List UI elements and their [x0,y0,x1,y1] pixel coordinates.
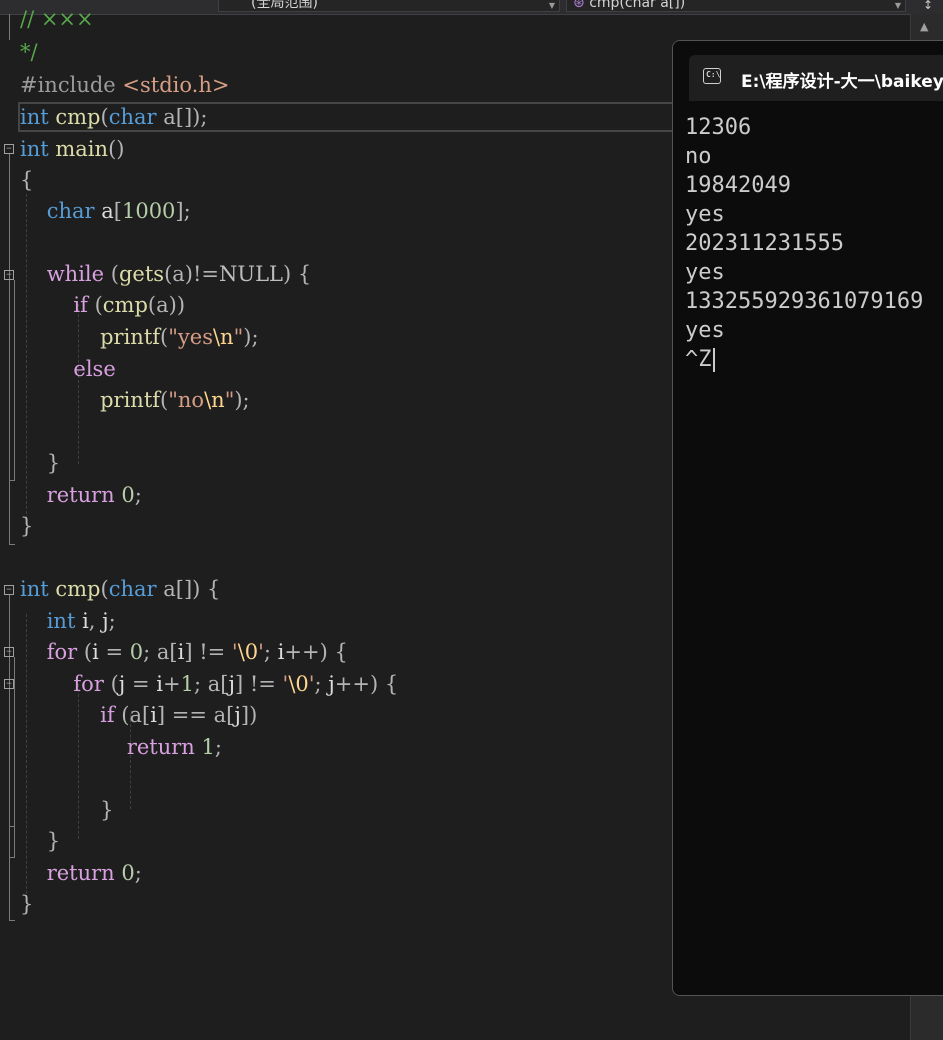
console-output[interactable]: 12306 no 19842049 yes 202311231555 yes 1… [673,101,943,995]
output-line-current: ^Z [685,345,715,374]
output-line: 12306 [685,115,752,140]
code-line: for (i = 0; a[i] != '\0'; i++) { [46,640,348,664]
outline-end [9,826,15,827]
outline-line [14,280,15,480]
outline-end [9,857,15,858]
output-line: yes [685,202,725,227]
outline-line [9,154,10,544]
code-line: printf("no\n"); [100,388,250,412]
code-line: } [20,892,34,916]
code-line: printf("yes\n"); [100,325,259,349]
console-window[interactable]: C:\ E:\程序设计-大一\baikeyu 12306 no 19842049… [672,40,943,996]
code-line: // ××× [20,7,94,31]
code-line: } [20,798,114,822]
code-line: */ [20,40,38,64]
chevron-down-icon: ▼ [548,1,555,10]
outline-line [14,689,15,826]
code-line-current: int cmp(char a[]); [18,102,680,132]
code-line: } [20,451,61,475]
outline-end [9,480,15,481]
collapse-main-icon[interactable]: − [4,144,14,154]
output-line: 133255929361079169 [685,289,924,314]
outline-line [9,595,10,920]
chevron-down-icon: ▼ [894,1,901,10]
code-line: else [73,357,116,381]
scope-dropdown-label: (全局范围) [251,0,318,11]
output-line: yes [685,318,725,343]
code-line: return 0; [46,861,142,885]
navigation-bar: (全局范围) ▼ ⊛ cmp(char a[]) ▼ ↕ [0,0,943,15]
function-icon: ⊛ [573,0,585,11]
console-title: E:\程序设计-大一\baikeyu [741,72,943,92]
function-dropdown-label: cmp(char a[]) [589,0,686,11]
collapse-while-icon[interactable]: − [4,270,14,280]
text-cursor [712,348,715,372]
code-line: } [20,514,34,538]
code-line: int i, j; [46,609,116,633]
code-line: while (gets(a)!=NULL) { [46,262,312,286]
code-line: if (a[i] == a[j]) [100,703,258,727]
code-line: for (j = i+1; a[j] != '\0'; j++) { [73,672,399,696]
output-line: no [685,144,712,169]
split-icon: ↕ [922,0,934,12]
scope-dropdown[interactable]: (全局范围) ▼ [218,0,560,12]
outline-end [9,920,15,921]
function-dropdown[interactable]: ⊛ cmp(char a[]) ▼ [566,0,906,12]
output-line: yes [685,260,725,285]
scroll-up-icon[interactable]: ▲ [920,20,928,33]
code-line: int main() [20,137,125,161]
output-line: 202311231555 [685,231,844,256]
output-line: 19842049 [685,173,791,198]
code-line: } [20,829,61,853]
terminal-icon: C:\ [703,68,721,84]
console-tab[interactable]: C:\ E:\程序设计-大一\baikeyu [689,55,943,101]
code-line: char a[1000]; [46,199,191,223]
code-line: { [20,168,34,192]
collapse-for-outer-icon[interactable]: − [4,647,14,657]
outline-end [9,544,15,545]
collapse-cmp-icon[interactable]: − [4,585,14,595]
split-editor-button[interactable]: ↕ [913,0,943,14]
code-line: return 1; [126,735,222,759]
code-line: return 0; [46,483,142,507]
outline-line [9,14,10,40]
code-line: int cmp(char a[]) { [20,577,221,601]
code-line: if (cmp(a)) [73,293,186,317]
collapse-for-inner-icon[interactable]: − [4,679,14,689]
console-titlebar: C:\ E:\程序设计-大一\baikeyu [673,41,943,101]
code-line: #include <stdio.h> [20,73,230,97]
